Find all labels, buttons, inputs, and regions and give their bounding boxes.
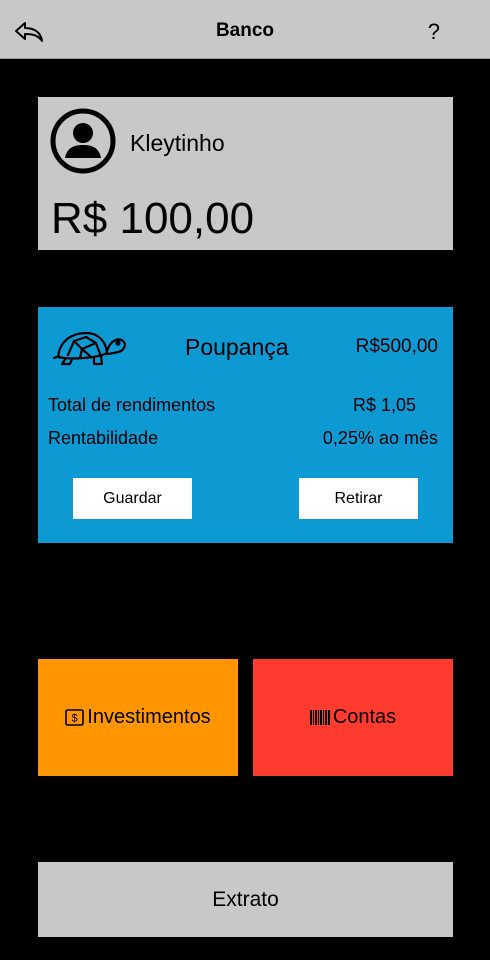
investments-label: Investimentos <box>87 706 211 728</box>
page-title: Banco <box>215 20 275 41</box>
dollar-bill-icon: $ <box>65 709 85 726</box>
statement-label: Extrato <box>212 887 279 911</box>
total-yield-value: R$ 1,05 <box>352 395 416 415</box>
profitability-label: Rentabilidade <box>48 428 159 448</box>
svg-text:$: $ <box>72 713 78 725</box>
help-button[interactable]: ? <box>428 19 440 45</box>
account-balance: R$ 100,00 <box>51 194 255 243</box>
turtle-icon <box>52 331 126 366</box>
statement-button[interactable]: Extrato <box>38 862 453 937</box>
bills-tile[interactable]: Contas <box>253 659 453 776</box>
profitability-value: 0,25% ao mês <box>322 428 438 448</box>
navigation-bar: Banco ? <box>0 0 490 59</box>
investments-tile[interactable]: $ Investimentos <box>38 659 238 776</box>
barcode-icon <box>309 710 330 725</box>
total-yield-label: Total de rendimentos <box>48 395 216 415</box>
user-name: Kleytinho <box>130 130 225 156</box>
profile-card: Kleytinho R$ 100,00 <box>38 97 453 250</box>
savings-amount: R$500,00 <box>355 336 438 357</box>
save-button[interactable]: Guardar <box>73 478 192 519</box>
savings-card: Poupança R$500,00 Total de rendimentos R… <box>38 307 453 543</box>
bills-label: Contas <box>332 706 397 728</box>
user-circle-icon <box>50 108 116 174</box>
withdraw-button[interactable]: Retirar <box>299 478 418 519</box>
savings-title: Poupança <box>185 334 289 360</box>
